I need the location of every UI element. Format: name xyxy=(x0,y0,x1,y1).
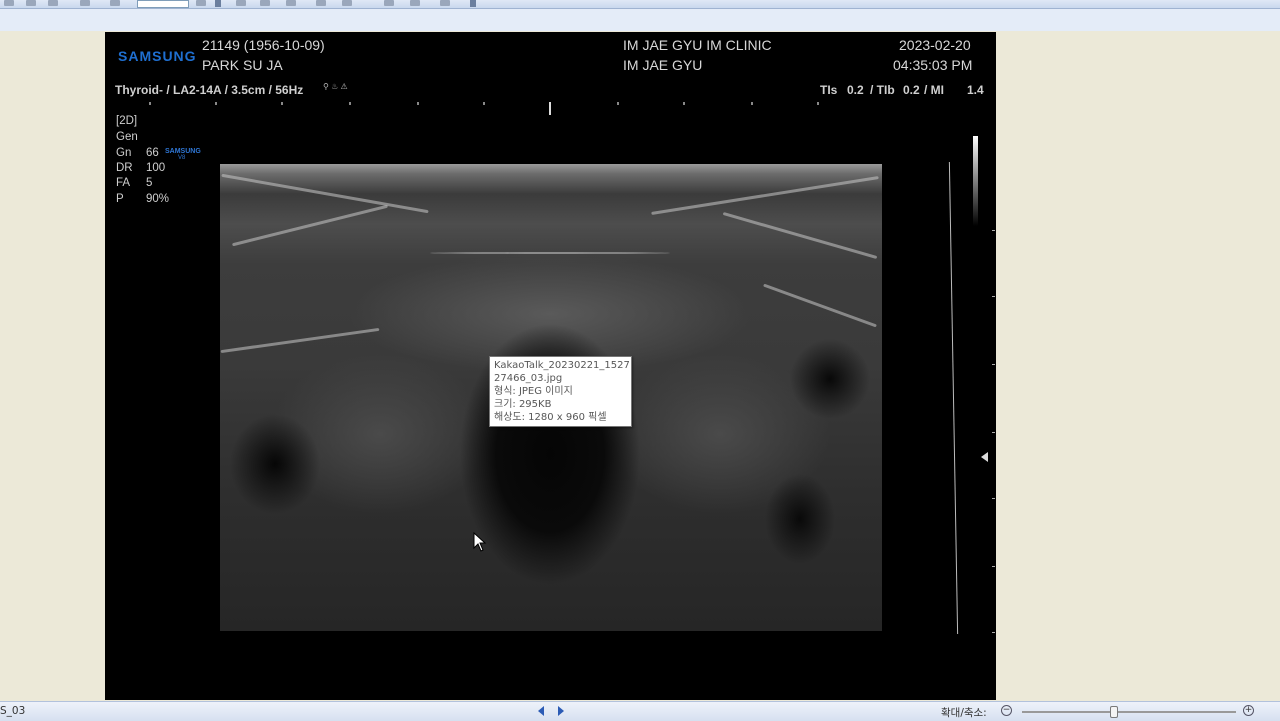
status-bar: S_03 확대/축소: − + xyxy=(0,701,1280,721)
scale-tick xyxy=(149,102,151,105)
samsung-logo: SAMSUNG xyxy=(118,48,197,64)
probe-icons: ⚲ ♨ ⚠ xyxy=(323,82,348,91)
exam-date: 2023-02-20 xyxy=(899,37,971,53)
scale-tick xyxy=(817,102,819,105)
scale-tick xyxy=(483,102,485,105)
power-value: 90% xyxy=(146,193,170,205)
zoom-in-icon[interactable]: + xyxy=(1243,705,1254,716)
tissue-layer xyxy=(763,283,877,328)
toolbar-icon[interactable] xyxy=(440,0,450,6)
chevron-down-icon[interactable] xyxy=(470,0,476,7)
depth-tick xyxy=(992,566,995,567)
toolbar-icon[interactable] xyxy=(80,0,90,6)
tissue-layer xyxy=(221,173,429,214)
depth-tick xyxy=(992,498,995,499)
tib-value: 0.2 xyxy=(903,83,920,97)
next-image-button[interactable] xyxy=(558,706,564,716)
zoom-slider-thumb[interactable] xyxy=(1110,706,1119,718)
tooltip-filename-2: 27466_03.jpg xyxy=(494,373,563,384)
tooltip-size: 크기: 295KB xyxy=(494,399,552,410)
scale-tick xyxy=(349,102,351,105)
tissue-layer xyxy=(232,204,388,247)
exam-time: 04:35:03 PM xyxy=(893,57,973,73)
mi-label: / MI xyxy=(924,83,944,97)
clinic-name: IM JAE GYU IM CLINIC xyxy=(623,37,772,53)
tib-label: / TIb xyxy=(870,83,895,97)
viewer-toolbar xyxy=(0,0,1280,9)
chevron-down-icon[interactable] xyxy=(215,0,221,7)
scale-tick xyxy=(617,102,619,105)
mi-value: 1.4 xyxy=(967,83,984,97)
grayscale-bar xyxy=(973,136,978,226)
toolbar-icon[interactable] xyxy=(260,0,270,6)
tooltip-resolution: 해상도: 1280 x 960 픽셀 xyxy=(494,412,607,423)
depth-tick xyxy=(992,632,995,633)
gain-label: Gn xyxy=(116,147,132,159)
depth-tick xyxy=(992,364,995,365)
toolbar-icon[interactable] xyxy=(196,0,206,6)
tissue-layer xyxy=(722,212,878,259)
toolbar-icon[interactable] xyxy=(110,0,120,6)
previous-image-button[interactable] xyxy=(538,706,544,716)
zoom-input[interactable] xyxy=(137,0,189,8)
small-logo-sub: V8 xyxy=(178,155,186,161)
tissue-layer xyxy=(430,252,670,254)
zoom-label: 확대/축소: xyxy=(941,707,987,719)
toolbar-icon[interactable] xyxy=(48,0,58,6)
preset-label: Gen xyxy=(116,131,138,143)
toolbar-icon[interactable] xyxy=(316,0,326,6)
mode-label: [2D] xyxy=(116,115,138,127)
center-tick xyxy=(549,102,551,115)
patient-id: 21149 (1956-10-09) xyxy=(202,37,325,53)
small-samsung-logo: SAMSUNG xyxy=(165,148,201,155)
tis-label: TIs xyxy=(820,83,838,97)
toolbar-icon[interactable] xyxy=(410,0,420,6)
fa-value: 5 xyxy=(146,177,153,189)
zoom-slider-track[interactable] xyxy=(1022,711,1236,713)
probe-info: Thyroid- / LA2-14A / 3.5cm / 56Hz xyxy=(115,83,304,97)
tooltip-filename-1: KakaoTalk_20230221_1527 xyxy=(494,360,630,371)
file-info-tooltip: KakaoTalk_20230221_1527 27466_03.jpg 형식:… xyxy=(489,356,632,427)
dr-value: 100 xyxy=(146,162,166,174)
toolbar-band xyxy=(0,9,1280,32)
zoom-out-icon[interactable]: − xyxy=(1001,705,1012,716)
status-filename: S_03 xyxy=(0,705,26,717)
gain-value: 66 xyxy=(146,147,159,159)
toolbar-icon[interactable] xyxy=(342,0,352,6)
depth-tick xyxy=(992,432,995,433)
mouse-cursor-icon xyxy=(473,531,487,556)
tis-value: 0.2 xyxy=(847,83,864,97)
scale-tick xyxy=(215,102,217,105)
dr-label: DR xyxy=(116,162,133,174)
toolbar-icon[interactable] xyxy=(286,0,296,6)
tooltip-type: 형식: JPEG 이미지 xyxy=(494,386,573,397)
toolbar-icon[interactable] xyxy=(384,0,394,6)
focus-marker-icon xyxy=(981,452,988,462)
toolbar-icon[interactable] xyxy=(4,0,14,6)
scale-tick xyxy=(683,102,685,105)
scale-tick xyxy=(751,102,753,105)
physician-name: IM JAE GYU xyxy=(623,57,703,73)
depth-tick xyxy=(992,230,995,231)
depth-line xyxy=(948,162,959,634)
scale-tick xyxy=(281,102,283,105)
patient-name: PARK SU JA xyxy=(202,57,283,73)
toolbar-icon[interactable] xyxy=(26,0,36,6)
depth-tick xyxy=(992,296,995,297)
fa-label: FA xyxy=(116,177,131,189)
tissue-layer xyxy=(220,327,380,354)
toolbar-icon[interactable] xyxy=(236,0,246,6)
tissue-layer xyxy=(651,176,879,215)
power-label: P xyxy=(116,193,124,205)
scale-tick xyxy=(417,102,419,105)
